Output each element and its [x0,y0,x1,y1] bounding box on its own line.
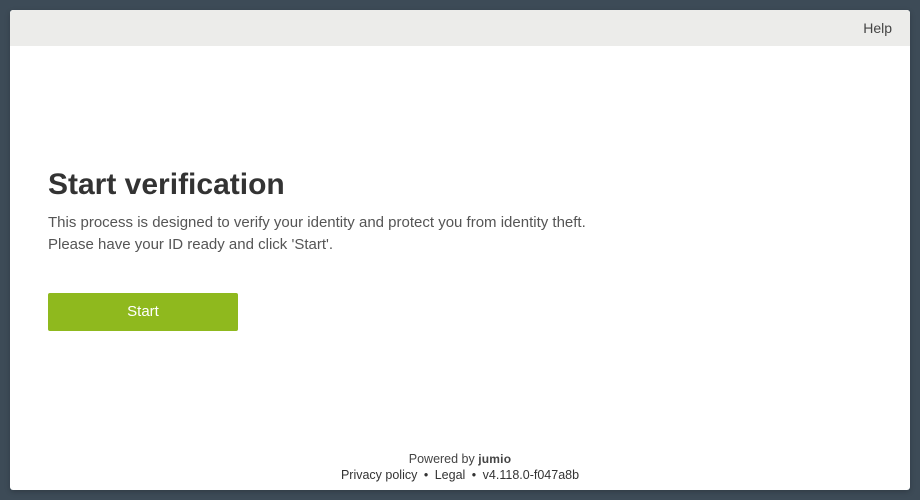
separator: • [472,468,476,482]
footer: Powered by jumio Privacy policy • Legal … [10,452,910,490]
privacy-policy-link[interactable]: Privacy policy [341,468,417,482]
description-line-1: This process is designed to verify your … [48,212,872,235]
description: This process is designed to verify your … [48,212,872,257]
version-label: v4.118.0-f047a8b [483,468,579,482]
brand-name: jumio [478,452,511,466]
verification-card: Help Start verification This process is … [10,10,910,490]
top-bar: Help [10,10,910,46]
main-content: Start verification This process is desig… [10,46,910,452]
powered-by-prefix: Powered by [409,452,478,466]
footer-links: Privacy policy • Legal • v4.118.0-f047a8… [10,468,910,482]
powered-by: Powered by jumio [10,452,910,466]
help-link[interactable]: Help [863,20,892,36]
separator: • [424,468,428,482]
page-title: Start verification [48,168,872,202]
start-button[interactable]: Start [48,293,238,331]
description-line-2: Please have your ID ready and click 'Sta… [48,234,872,257]
legal-link[interactable]: Legal [435,468,466,482]
